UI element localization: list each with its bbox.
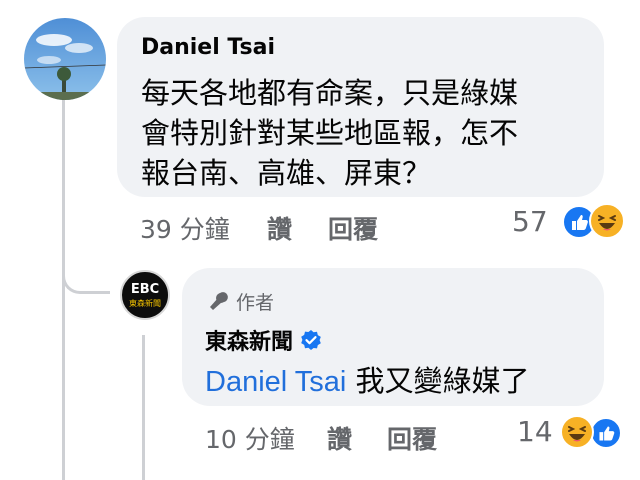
reply-author[interactable]: 東森新聞: [205, 324, 293, 356]
reply-button[interactable]: 回覆: [328, 210, 378, 246]
reply-message: 我又變綠媒了: [355, 364, 530, 398]
thread-line-reply: [142, 335, 145, 480]
reply-bubble: 作者 東森新聞 Daniel Tsai 我又變綠媒了: [182, 268, 604, 406]
page-avatar[interactable]: EBC 東森新聞: [120, 270, 170, 320]
like-button[interactable]: 讚: [327, 420, 352, 456]
haha-icon[interactable]: [589, 203, 625, 239]
author-badge: 作者: [205, 288, 274, 315]
reply-actions: 10 分鐘 讚 回覆: [205, 420, 505, 454]
comment-text-line: 會特別針對某些地區報，怎不: [141, 116, 519, 150]
reaction-count[interactable]: 14: [517, 415, 553, 448]
ebc-logo-text: EBC: [130, 282, 160, 297]
comment-text-line: 報台南、高雄、屏東？: [141, 156, 432, 190]
comment-author[interactable]: Daniel Tsai: [141, 35, 275, 60]
comment-bubble: Daniel Tsai 每天各地都有命案，只是綠媒 會特別針對某些地區報，怎不 …: [117, 17, 604, 197]
mention-link[interactable]: Daniel Tsai: [205, 366, 346, 398]
reaction-count[interactable]: 57: [512, 205, 548, 238]
author-badge-label: 作者: [236, 292, 275, 314]
verified-badge-icon: [300, 329, 322, 351]
comment-timestamp[interactable]: 39 分鐘: [140, 210, 230, 246]
sky-photo-avatar-image: [24, 18, 106, 100]
microphone-icon: [210, 291, 228, 310]
comment-text: 每天各地都有命案，只是綠媒 會特別針對某些地區報，怎不 報台南、高雄、屏東？: [141, 73, 518, 193]
avatar[interactable]: [24, 18, 106, 100]
comment-text-line: 每天各地都有命案，只是綠媒: [141, 76, 519, 110]
comment-actions: 39 分鐘 讚 回覆: [140, 210, 440, 244]
reply-button[interactable]: 回覆: [387, 420, 437, 456]
haha-icon[interactable]: [560, 415, 594, 449]
thread-line-main: [62, 95, 65, 480]
thread-line-branch: [62, 266, 110, 294]
reply-text: Daniel Tsai 我又變綠媒了: [205, 358, 530, 400]
reply-author-row: 東森新聞: [205, 324, 322, 356]
like-icon[interactable]: [590, 417, 622, 449]
ebc-logo-subtext: 東森新聞: [129, 299, 161, 308]
like-button[interactable]: 讚: [267, 210, 292, 246]
reply-timestamp[interactable]: 10 分鐘: [205, 420, 295, 456]
